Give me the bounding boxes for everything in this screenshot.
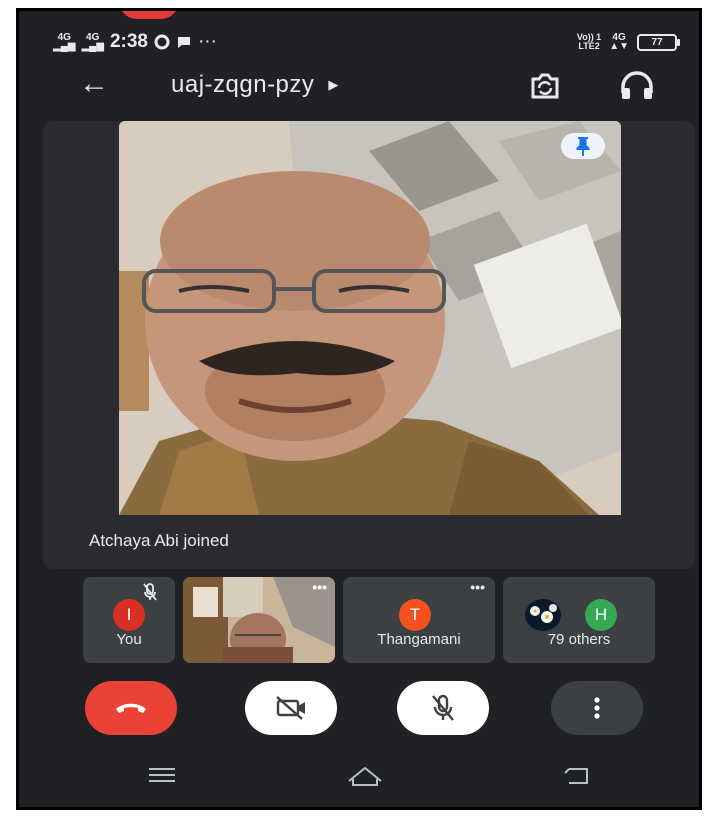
avatar-you: I bbox=[113, 599, 145, 631]
hang-up-icon bbox=[116, 703, 146, 713]
camera-off-icon bbox=[276, 696, 305, 720]
chat-bubble-icon bbox=[177, 37, 190, 48]
participant-tile-you[interactable]: I You bbox=[83, 577, 175, 663]
participant-tile-thangamani[interactable]: ••• T Thangamani bbox=[343, 577, 495, 663]
android-nav-bar bbox=[19, 751, 699, 807]
volte-indicator: Vo)) 1 LTE2 bbox=[576, 32, 602, 51]
join-toast: Atchaya Abi joined bbox=[89, 531, 229, 550]
back-nav-icon[interactable] bbox=[559, 763, 595, 789]
end-call-button[interactable] bbox=[85, 681, 177, 735]
headphones-icon[interactable] bbox=[617, 69, 657, 103]
meeting-code: uaj-zqgn-pzy bbox=[171, 71, 315, 98]
participant-name: 79 others bbox=[547, 631, 611, 648]
participant-tile-video[interactable]: ••• bbox=[183, 577, 335, 663]
pin-icon bbox=[576, 137, 590, 156]
avatar-photo bbox=[525, 599, 561, 631]
participant-tile-others[interactable]: H 79 others bbox=[503, 577, 655, 663]
more-notifications: ··· bbox=[197, 31, 217, 52]
flower-avatar-image bbox=[530, 604, 557, 623]
more-vert-icon bbox=[594, 697, 600, 719]
phone-screen: 4G ▂▄▆ 4G ▂▄▆ 2:38 ··· Vo)) 1 LTE2 4G ▲▼ 77… bbox=[16, 8, 702, 810]
status-time: 2:38 bbox=[109, 31, 148, 52]
meeting-header: ← uaj-zqgn-pzy ▶ bbox=[19, 63, 699, 107]
more-options-icon[interactable]: ••• bbox=[470, 579, 485, 595]
camera-toggle-button[interactable] bbox=[245, 681, 337, 735]
mic-toggle-button[interactable] bbox=[397, 681, 489, 735]
avatar-initial: T bbox=[409, 605, 421, 624]
network-1-icon: 4G ▂▄▆ bbox=[53, 32, 76, 52]
data-saver-icon bbox=[154, 34, 170, 50]
menu-icon[interactable] bbox=[145, 763, 179, 787]
switch-camera-icon[interactable] bbox=[525, 69, 565, 103]
main-video-card: Atchaya Abi joined bbox=[43, 121, 695, 569]
participant-name: You bbox=[116, 631, 142, 648]
caret-right-icon: ▶ bbox=[328, 77, 339, 92]
more-options-button[interactable] bbox=[551, 681, 643, 735]
avatar-thangamani: T bbox=[399, 599, 431, 631]
avatar-h: H bbox=[585, 599, 617, 631]
home-icon[interactable] bbox=[345, 763, 385, 789]
mic-off-icon bbox=[143, 583, 157, 601]
back-arrow-icon[interactable]: ← bbox=[79, 67, 109, 101]
battery-icon: 77 bbox=[637, 33, 680, 51]
participant-strip: I You ••• ••• T Thangamani H 79 others bbox=[83, 577, 663, 663]
recording-indicator bbox=[119, 11, 179, 19]
status-bar: 4G ▂▄▆ 4G ▂▄▆ 2:38 ··· Vo)) 1 LTE2 4G ▲▼ 77 bbox=[19, 25, 699, 59]
meeting-title[interactable]: uaj-zqgn-pzy ▶ bbox=[171, 71, 339, 99]
main-participant-video[interactable] bbox=[119, 121, 621, 515]
more-options-icon[interactable]: ••• bbox=[312, 579, 327, 595]
network-3-icon: 4G ▲▼ bbox=[609, 32, 629, 52]
avatar-initial: I bbox=[126, 605, 132, 624]
avatar-initial: H bbox=[594, 605, 608, 624]
participant-video-image bbox=[119, 121, 621, 515]
participant-name: Thangamani bbox=[377, 631, 461, 648]
network-2-icon: 4G ▂▄▆ bbox=[81, 32, 104, 52]
mic-off-icon bbox=[432, 694, 454, 721]
call-controls bbox=[19, 681, 699, 745]
pin-button[interactable] bbox=[561, 133, 605, 159]
